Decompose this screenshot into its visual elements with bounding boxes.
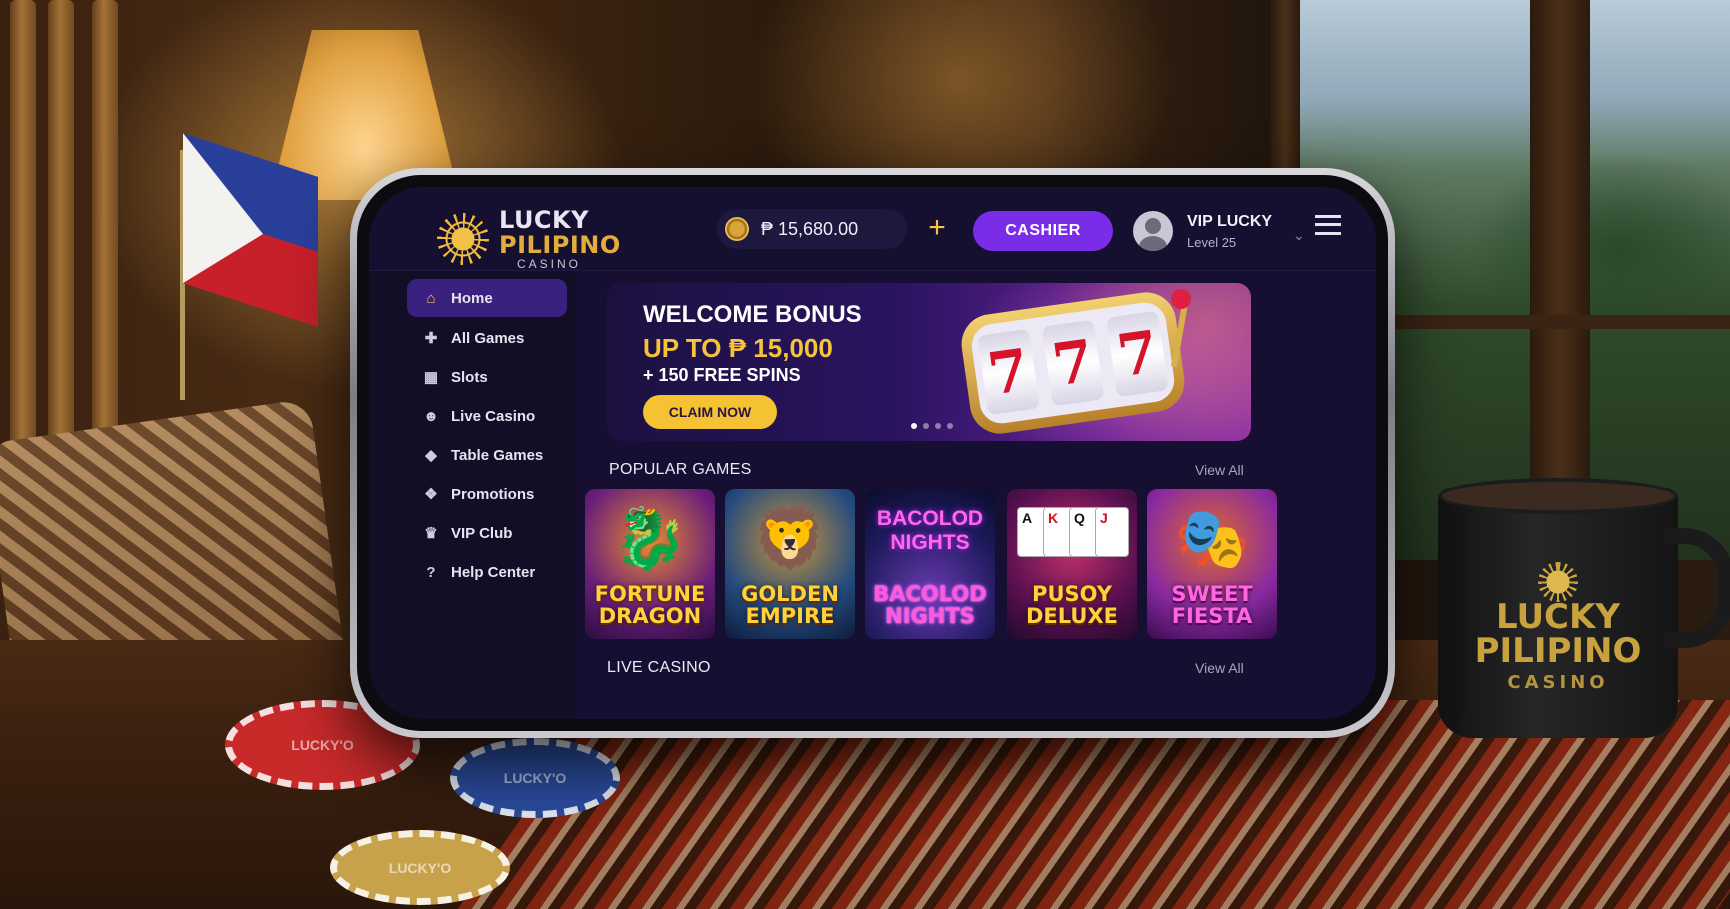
- mug-logo: LUCKY PILIPINO CASINO: [1474, 597, 1642, 693]
- reel: 7: [1041, 319, 1105, 407]
- home-icon: ⌂: [426, 289, 436, 307]
- slots-icon: ▦: [423, 369, 439, 386]
- balance-amount: ₱ 15,680.00: [761, 218, 859, 239]
- carousel-dot[interactable]: [923, 423, 929, 429]
- sun-logo-icon: [437, 213, 489, 265]
- game-title: SWEET FIESTA: [1171, 582, 1253, 628]
- carousel-dot[interactable]: [947, 423, 953, 429]
- game-title: GOLDEN EMPIRE: [741, 582, 839, 628]
- logo-line2: PILIPINO: [499, 231, 621, 259]
- game-card-sweet-fiesta[interactable]: 🎭 SWEET FIESTA: [1147, 489, 1277, 639]
- poker-chip-blue: LUCKY'O: [450, 738, 620, 818]
- sidebar-item-vip-club[interactable]: ♛ VIP Club: [407, 514, 567, 552]
- sidebar-item-slots[interactable]: ▦ Slots: [407, 358, 567, 396]
- hamburger-menu-icon[interactable]: [1315, 215, 1341, 235]
- add-funds-button[interactable]: +: [917, 209, 957, 249]
- banner-title: WELCOME BONUS: [643, 301, 862, 328]
- sidebar-item-label: Table Games: [451, 446, 544, 464]
- sidebar-item-label: VIP Club: [451, 524, 513, 542]
- sidebar-item-label: Home: [451, 289, 493, 307]
- game-card-fortune-dragon[interactable]: 🐉 FORTUNE DRAGON: [585, 489, 715, 639]
- cards-icon: A K Q J: [1017, 507, 1129, 557]
- slot-machine-icon: 7 7 7: [957, 288, 1189, 438]
- balance-display: ₱ 15,680.00: [717, 209, 907, 249]
- cashier-button[interactable]: CASHIER: [973, 211, 1113, 251]
- game-title: FORTUNE DRAGON: [594, 582, 706, 628]
- live-casino-title: LIVE CASINO: [607, 659, 711, 676]
- sidebar-item-label: All Games: [451, 329, 525, 347]
- app-screen: LUCKY PILIPINO CASINO ₱ 15,680.00 + CASH…: [369, 187, 1376, 719]
- slot-knob: [1171, 289, 1191, 309]
- claim-now-button[interactable]: CLAIM NOW: [643, 395, 777, 429]
- user-level: Level 25: [1187, 235, 1237, 250]
- game-card-pusoy-deluxe[interactable]: A K Q J PUSOY DELUXE: [1007, 489, 1137, 639]
- sidebar-item-table-games[interactable]: ◆ Table Games: [407, 436, 567, 474]
- sidebar-item-promotions[interactable]: ❖ Promotions: [407, 475, 567, 513]
- help-icon: ?: [426, 563, 436, 581]
- coin-icon: [725, 217, 749, 241]
- main-content: WELCOME BONUS UP TO ₱ 15,000 + 150 FREE …: [575, 271, 1376, 719]
- diamond-icon: ◆: [425, 447, 437, 464]
- window-frame: [1530, 0, 1590, 520]
- poker-chip-gold: LUCKY'O: [330, 830, 510, 905]
- chevron-down-icon[interactable]: ⌄: [1293, 227, 1305, 244]
- sidebar-item-label: Live Casino: [451, 407, 536, 425]
- game-card-golden-empire[interactable]: 🦁 GOLDEN EMPIRE: [725, 489, 855, 639]
- playing-card: J: [1095, 507, 1129, 557]
- neon-city-icon: BACOLOD NIGHTS: [876, 507, 984, 554]
- crown-icon: ♛: [424, 525, 438, 542]
- sidebar-item-all-games[interactable]: ✚ All Games: [407, 319, 567, 357]
- popular-view-all-link[interactable]: View All: [1195, 462, 1244, 478]
- gift-icon: ❖: [424, 486, 438, 503]
- reel: 7: [976, 328, 1040, 416]
- sidebar-item-help-center[interactable]: ? Help Center: [407, 553, 567, 591]
- sidebar-item-label: Promotions: [451, 485, 535, 503]
- game-title: PUSOY DELUXE: [1026, 582, 1118, 628]
- sidebar-item-label: Slots: [451, 368, 488, 386]
- banner-subtitle: UP TO ₱ 15,000: [643, 333, 833, 363]
- live-view-all-link[interactable]: View All: [1195, 660, 1244, 676]
- user-name[interactable]: VIP LUCKY: [1187, 213, 1272, 231]
- reel: 7: [1106, 310, 1169, 398]
- carousel-dot[interactable]: [911, 423, 917, 429]
- sidebar: ⌂ Home ✚ All Games ▦ Slots ☻ Live Casino…: [369, 271, 575, 719]
- carousel-dot[interactable]: [935, 423, 941, 429]
- top-bar: LUCKY PILIPINO CASINO ₱ 15,680.00 + CASH…: [369, 187, 1376, 271]
- logo-line1: LUCKY: [499, 206, 590, 234]
- sun-icon: [1538, 562, 1578, 602]
- mug-rim: [1438, 478, 1678, 514]
- welcome-bonus-banner[interactable]: WELCOME BONUS UP TO ₱ 15,000 + 150 FREE …: [607, 283, 1251, 441]
- sidebar-item-home[interactable]: ⌂ Home: [407, 279, 567, 317]
- gamepad-icon: ✚: [424, 330, 438, 347]
- game-card-bacolod-nights[interactable]: BACOLOD NIGHTS BACOLOD NIGHTS: [865, 489, 995, 639]
- avatar[interactable]: [1133, 211, 1173, 251]
- banner-free-spins: + 150 FREE SPINS: [643, 365, 801, 385]
- phone: LUCKY PILIPINO CASINO ₱ 15,680.00 + CASH…: [350, 168, 1395, 738]
- logo-line3: CASINO: [517, 257, 582, 271]
- sidebar-item-label: Help Center: [451, 563, 536, 581]
- carousel-dots: [911, 423, 953, 429]
- game-title: BACOLOD NIGHTS: [873, 582, 987, 628]
- users-icon: ☻: [423, 407, 439, 425]
- popular-games-title: POPULAR GAMES: [609, 461, 752, 478]
- sidebar-item-live-casino[interactable]: ☻ Live Casino: [407, 397, 567, 435]
